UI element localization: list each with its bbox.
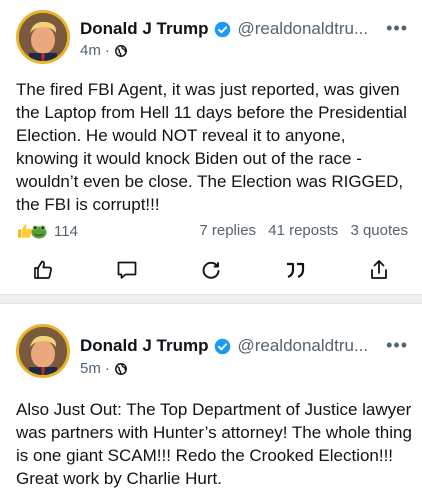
post-meta: 4m · bbox=[80, 42, 128, 59]
like-button[interactable] bbox=[31, 258, 55, 282]
display-name[interactable]: Donald J Trump bbox=[80, 336, 208, 356]
engagement-counts: 7 replies 41 reposts 3 quotes bbox=[193, 222, 408, 239]
timestamp[interactable]: 4m bbox=[80, 42, 101, 59]
verified-badge-icon bbox=[215, 338, 231, 354]
post-1[interactable]: Donald J Trump @realdonaldtru... ••• 4m … bbox=[0, 0, 422, 292]
repost-button[interactable] bbox=[199, 258, 223, 282]
author-row: Donald J Trump @realdonaldtru... bbox=[80, 334, 368, 358]
quote-button[interactable] bbox=[283, 258, 307, 282]
author-row: Donald J Trump @realdonaldtru... bbox=[80, 17, 368, 41]
handle[interactable]: @realdonaldtru... bbox=[237, 336, 368, 356]
avatar[interactable] bbox=[16, 10, 70, 64]
replies-count[interactable]: 7 replies bbox=[199, 222, 256, 239]
reply-button[interactable] bbox=[115, 258, 139, 282]
post-text: Also Just Out: The Top Department of Jus… bbox=[16, 400, 412, 488]
post-text: The fired FBI Agent, it was just reporte… bbox=[16, 80, 407, 214]
quote-icon bbox=[287, 262, 305, 279]
share-button[interactable] bbox=[367, 258, 391, 282]
meta-separator: · bbox=[104, 42, 110, 59]
globe-icon bbox=[114, 362, 127, 375]
like-icon bbox=[34, 260, 52, 279]
reposts-count[interactable]: 41 reposts bbox=[268, 222, 338, 239]
post-meta: 5m · bbox=[80, 360, 128, 377]
reactions[interactable]: 114 bbox=[16, 222, 78, 240]
post-2[interactable]: Donald J Trump @realdonaldtru... ••• 5m … bbox=[0, 304, 422, 500]
verified-badge-icon bbox=[215, 21, 231, 37]
quotes-count[interactable]: 3 quotes bbox=[350, 222, 408, 239]
avatar-portrait-icon bbox=[19, 327, 67, 375]
share-icon bbox=[371, 260, 387, 279]
reaction-count: 114 bbox=[54, 222, 78, 240]
stats-row: 114 7 replies 41 reposts 3 quotes bbox=[16, 222, 408, 244]
more-options-icon[interactable]: ••• bbox=[386, 18, 408, 39]
reply-icon bbox=[117, 261, 137, 279]
meta-separator: · bbox=[104, 360, 110, 377]
post-divider bbox=[0, 294, 422, 304]
repost-icon bbox=[202, 261, 220, 279]
avatar-portrait-icon bbox=[19, 13, 67, 61]
globe-icon bbox=[114, 44, 127, 57]
avatar[interactable] bbox=[16, 324, 70, 378]
handle[interactable]: @realdonaldtru... bbox=[237, 19, 368, 39]
timestamp[interactable]: 5m bbox=[80, 360, 101, 377]
more-options-icon[interactable]: ••• bbox=[386, 335, 408, 356]
frog-emoji-icon bbox=[31, 225, 47, 239]
action-bar bbox=[0, 258, 422, 286]
display-name[interactable]: Donald J Trump bbox=[80, 19, 208, 39]
